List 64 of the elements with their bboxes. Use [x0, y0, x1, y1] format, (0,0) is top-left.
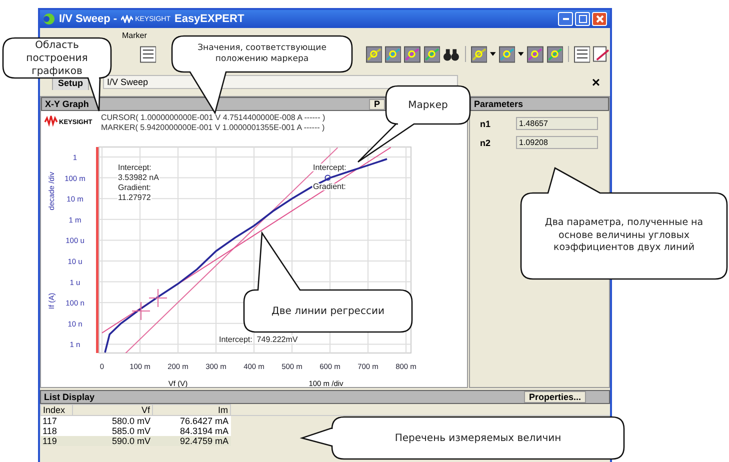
list-icon[interactable] — [140, 46, 156, 62]
annotation-text: Intercept: — [118, 163, 152, 172]
plot-icon[interactable] — [366, 46, 382, 62]
list-icon[interactable] — [574, 46, 590, 62]
menu-item[interactable]: Marker — [122, 30, 147, 40]
caret-icon[interactable] — [490, 52, 496, 56]
marker-readout: MARKER( 5.9420000000E-001 V 1.0000001355E-001 A ------ ) — [101, 123, 325, 132]
plot-icon[interactable] — [498, 46, 516, 62]
plot-icon[interactable] — [385, 46, 402, 62]
table-row[interactable]: 118 585.0 mV 84.3194 mA — [40, 426, 230, 436]
fit-point-marker — [132, 302, 150, 320]
marker-point[interactable] — [324, 174, 331, 181]
properties-button[interactable]: P — [368, 98, 385, 110]
column-header[interactable]: Index — [40, 404, 72, 416]
plot-icon[interactable] — [424, 46, 440, 62]
app-icon — [43, 13, 55, 25]
table-cell: 92.4759 mA — [152, 436, 230, 446]
annotation-text: Gradient: — [118, 183, 151, 192]
column-header[interactable]: Im — [152, 404, 230, 416]
app-name: EasyEXPERT — [174, 13, 244, 25]
plot-icon[interactable] — [546, 46, 564, 62]
callout-text: Значения, соответствующие положению маркера — [196, 42, 328, 66]
cursor-readout: CURSOR( 1.0000000000E-001 V 4.7514400000E-008 A ------ ) — [101, 113, 326, 122]
minimize-button[interactable] — [558, 12, 573, 26]
edit-icon[interactable] — [593, 46, 610, 62]
table-cell: 84.3194 mA — [152, 426, 230, 436]
panel-title: X-Y Graph — [45, 99, 89, 109]
annotation-text: 11.27972 — [118, 193, 151, 202]
window-title: I/V Sweep - — [59, 13, 118, 25]
caret-icon[interactable] — [518, 52, 524, 56]
parameter-value-field: 1.48657 — [516, 117, 598, 130]
table-cell: 118 — [40, 426, 72, 436]
plot-icon[interactable] — [470, 46, 488, 62]
table-cell: 585.0 mV — [72, 426, 152, 436]
keysight-logo-icon — [44, 115, 58, 127]
column-header[interactable]: Vf — [72, 404, 152, 416]
table-cell: 119 — [40, 436, 72, 446]
panel-title: List Display — [44, 392, 95, 402]
table-row[interactable]: 117 580.0 mV 76.6427 mA — [40, 416, 230, 426]
callout-text: Область построения графиков — [25, 38, 89, 78]
annotation-text: 3.53982 nA — [118, 173, 159, 182]
properties-button[interactable]: Properties... — [524, 391, 586, 403]
plot-icon[interactable] — [527, 46, 544, 62]
table-row[interactable]: 119 590.0 mV 92.4759 mA — [40, 436, 230, 446]
callout-text: Маркер — [408, 98, 448, 112]
callout-text: Два параметра, полученные на основе величины угловых коэффициентов двух линий — [544, 217, 704, 255]
minimize-icon — [562, 18, 568, 20]
close-button[interactable] — [592, 12, 607, 26]
table-cell: 117 — [40, 416, 72, 426]
parameter-label: n2 — [480, 138, 492, 148]
maximize-button[interactable] — [575, 12, 590, 26]
panel-title: Parameters — [474, 99, 524, 109]
parameter-label: n1 — [480, 118, 492, 128]
maximize-icon — [578, 15, 586, 23]
fit-point-marker — [148, 288, 168, 308]
callout-text: Две линии регрессии — [272, 304, 384, 318]
annotation-text: Intercept: 749.222mV — [219, 335, 298, 344]
plot-icon[interactable] — [404, 46, 421, 62]
keysight-logo-icon — [121, 15, 134, 23]
parameter-value-field: 1.09208 — [516, 136, 598, 149]
close-button[interactable]: × — [588, 74, 604, 90]
close-icon — [596, 15, 604, 23]
table-cell: 590.0 mV — [72, 436, 152, 446]
callout-text: Перечень измеряемых величин — [394, 432, 562, 444]
